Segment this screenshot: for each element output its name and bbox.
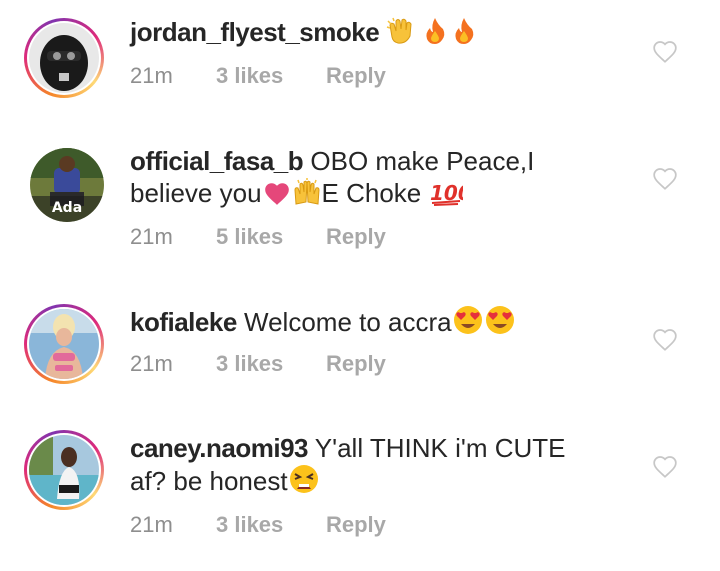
avatar[interactable] (24, 18, 104, 98)
timestamp: 21m (130, 512, 173, 537)
reply-button[interactable]: Reply (326, 512, 386, 538)
likes-count[interactable]: 3 likes (216, 512, 326, 538)
comment-body-suffix: E Choke (321, 178, 422, 208)
reply-button[interactable]: Reply (326, 63, 386, 89)
avatar-image (29, 23, 99, 93)
username[interactable]: jordan_flyest_smoke (130, 17, 380, 47)
like-heart-icon[interactable] (652, 166, 678, 192)
comment-text: jordan_flyest_smoke (130, 16, 630, 52)
username[interactable]: kofialeke (130, 307, 237, 337)
heart-eyes-icon (484, 305, 516, 342)
likes-count[interactable]: 5 likes (216, 224, 326, 250)
comment-body: OBO make Peace,I (310, 146, 535, 176)
comment-meta: 21m 5 likes Reply (130, 224, 386, 250)
avatar-image (29, 309, 99, 379)
like-heart-icon[interactable] (652, 327, 678, 353)
avatar[interactable]: Ada (30, 148, 104, 222)
clapping-hands-icon (386, 17, 416, 52)
comment-text: caney.naomi93 Y'all THINK i'm CUTE af? b… (130, 432, 630, 501)
fire-icon (424, 17, 446, 52)
avatar-caption: Ada (52, 200, 82, 216)
avatar-image: Ada (30, 148, 104, 222)
comment-body: Y'all THINK i'm CUTE (314, 433, 566, 463)
raising-hands-icon (292, 178, 322, 213)
like-heart-icon[interactable] (652, 454, 678, 480)
tired-face-icon (288, 464, 320, 501)
likes-count[interactable]: 3 likes (216, 63, 326, 89)
hundred-points-icon: 100 (429, 180, 471, 213)
comment-meta: 21m 3 likes Reply (130, 351, 386, 377)
avatar-image (29, 435, 99, 505)
username[interactable]: official_fasa_b (130, 146, 304, 176)
reply-button[interactable]: Reply (326, 224, 386, 250)
comment-body-line2: af? be honest (130, 466, 288, 496)
avatar[interactable] (24, 304, 104, 384)
like-heart-icon[interactable] (652, 39, 678, 65)
timestamp: 21m (130, 351, 173, 376)
heart-icon (262, 180, 292, 213)
comment-body-line2: believe you (130, 178, 262, 208)
comment-text: kofialeke Welcome to accra (130, 305, 630, 342)
comment-meta: 21m 3 likes Reply (130, 512, 386, 538)
comment-body: Welcome to accra (244, 307, 452, 337)
username[interactable]: caney.naomi93 (130, 433, 309, 463)
likes-count[interactable]: 3 likes (216, 351, 326, 377)
reply-button[interactable]: Reply (326, 351, 386, 377)
comment-text: official_fasa_b OBO make Peace,I believe… (130, 145, 630, 213)
comment-meta: 21m 3 likes Reply (130, 63, 386, 89)
heart-eyes-icon (452, 305, 484, 342)
avatar[interactable] (24, 430, 104, 510)
timestamp: 21m (130, 63, 173, 88)
fire-icon (453, 17, 475, 52)
timestamp: 21m (130, 224, 173, 249)
